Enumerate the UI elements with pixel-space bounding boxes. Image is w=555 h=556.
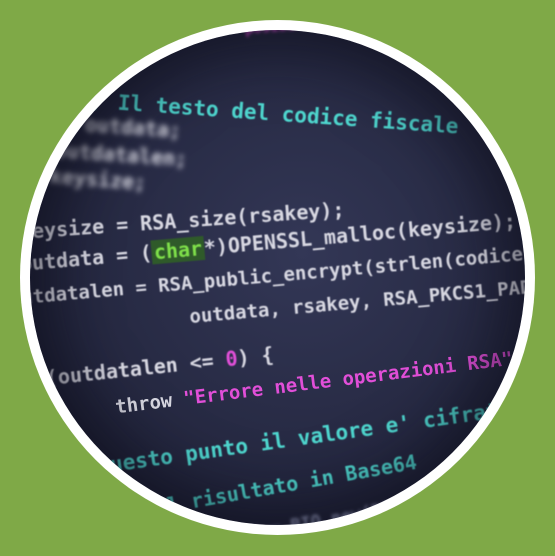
code-token: ) { (236, 342, 275, 371)
code-token: throw (68, 388, 185, 424)
code-line: keysize; (49, 164, 147, 195)
code-line: posizioni (244, 30, 321, 38)
background: posizioni// Il testo del codice fiscaleo… (0, 0, 555, 556)
code-token: outdata = ( (30, 240, 153, 276)
code-token: posizioni (244, 30, 321, 38)
code-token: char (150, 235, 205, 265)
code-token: keysize; (49, 164, 147, 195)
code-token: RSA"; (466, 346, 525, 376)
code-photo: posizioni// Il testo del codice fiscaleo… (30, 30, 525, 525)
code-listing: posizioni// Il testo del codice fiscaleo… (30, 30, 525, 525)
code-token: "Errore (182, 378, 265, 410)
code-token: nelle operazioni (261, 353, 469, 401)
